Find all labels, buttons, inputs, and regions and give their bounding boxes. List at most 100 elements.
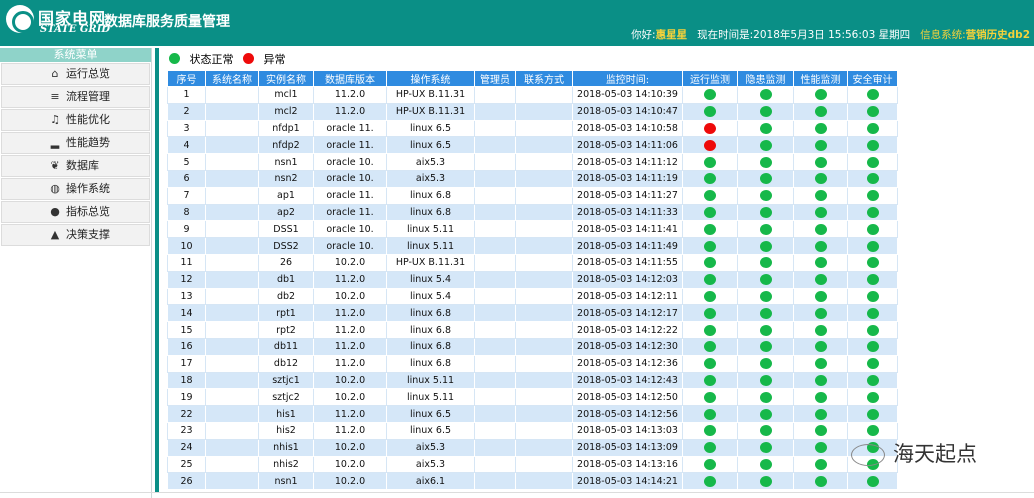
status-normal-icon[interactable] bbox=[866, 89, 879, 101]
user-name[interactable]: 惠星星 bbox=[656, 29, 688, 41]
status-normal-icon[interactable] bbox=[704, 458, 716, 470]
table-row[interactable]: 3 nfdp1 oracle 11. linux 6.5 2018-05-03 14:1… bbox=[167, 119, 898, 138]
status-abnormal-icon[interactable] bbox=[704, 139, 716, 151]
status-normal-icon[interactable] bbox=[759, 173, 772, 185]
column-header[interactable]: 性能监测 bbox=[793, 70, 848, 87]
status-normal-icon[interactable] bbox=[866, 190, 879, 202]
column-header[interactable]: 实例名称 bbox=[258, 70, 314, 87]
status-normal-icon[interactable] bbox=[759, 290, 772, 302]
status-normal-icon[interactable] bbox=[704, 475, 716, 487]
status-normal-icon[interactable] bbox=[866, 139, 879, 151]
status-normal-icon[interactable] bbox=[704, 274, 716, 286]
status-normal-icon[interactable] bbox=[866, 223, 879, 235]
column-header[interactable]: 隐患监测 bbox=[737, 70, 794, 87]
status-normal-icon[interactable] bbox=[704, 290, 716, 302]
column-header[interactable]: 系统名称 bbox=[205, 70, 259, 87]
status-normal-icon[interactable] bbox=[866, 206, 879, 218]
status-normal-icon[interactable] bbox=[866, 391, 879, 403]
status-normal-icon[interactable] bbox=[866, 358, 879, 370]
table-row[interactable]: 9 DSS1 oracle 10. linux 5.11 2018-05-03 14:1… bbox=[167, 220, 898, 239]
status-normal-icon[interactable] bbox=[704, 223, 716, 235]
status-normal-icon[interactable] bbox=[704, 89, 716, 101]
status-normal-icon[interactable] bbox=[814, 173, 827, 185]
column-header[interactable]: 管理员 bbox=[474, 70, 516, 87]
status-normal-icon[interactable] bbox=[759, 89, 772, 101]
status-normal-icon[interactable] bbox=[814, 324, 827, 336]
sidebar-item-5[interactable]: ◍ 操作系统 bbox=[1, 178, 150, 200]
table-row[interactable]: 7 ap1 oracle 11. linux 6.8 2018-05-03 14:11:… bbox=[167, 186, 898, 205]
sidebar-item-1[interactable]: ≡ 流程管理 bbox=[1, 86, 150, 108]
sidebar-item-3[interactable]: ▂ 性能趋势 bbox=[1, 132, 150, 154]
sidebar-item-4[interactable]: ❦ 数据库 bbox=[1, 155, 150, 177]
status-normal-icon[interactable] bbox=[866, 106, 879, 118]
table-row[interactable]: 4 nfdp2 oracle 11. linux 6.5 2018-05-03 14:1… bbox=[167, 136, 898, 155]
status-normal-icon[interactable] bbox=[759, 257, 772, 269]
status-normal-icon[interactable] bbox=[814, 290, 827, 302]
status-normal-icon[interactable] bbox=[814, 307, 827, 319]
status-normal-icon[interactable] bbox=[759, 458, 772, 470]
status-normal-icon[interactable] bbox=[759, 122, 772, 134]
sidebar-item-6[interactable]: ● 指标总览 bbox=[1, 201, 150, 223]
status-normal-icon[interactable] bbox=[814, 106, 827, 118]
status-abnormal-icon[interactable] bbox=[704, 122, 716, 134]
status-normal-icon[interactable] bbox=[759, 240, 772, 252]
status-normal-icon[interactable] bbox=[759, 106, 772, 118]
column-header[interactable]: 联系方式 bbox=[515, 70, 573, 87]
status-normal-icon[interactable] bbox=[814, 122, 827, 134]
column-header[interactable]: 监控时间: bbox=[572, 70, 683, 87]
status-normal-icon[interactable] bbox=[759, 442, 772, 454]
status-normal-icon[interactable] bbox=[759, 307, 772, 319]
status-normal-icon[interactable] bbox=[759, 156, 772, 168]
status-normal-icon[interactable] bbox=[814, 442, 827, 454]
status-normal-icon[interactable] bbox=[704, 358, 716, 370]
status-normal-icon[interactable] bbox=[814, 391, 827, 403]
status-normal-icon[interactable] bbox=[704, 257, 716, 269]
status-normal-icon[interactable] bbox=[759, 274, 772, 286]
status-normal-icon[interactable] bbox=[704, 442, 716, 454]
status-normal-icon[interactable] bbox=[814, 240, 827, 252]
status-normal-icon[interactable] bbox=[759, 358, 772, 370]
column-header[interactable]: 序号 bbox=[167, 70, 206, 87]
status-normal-icon[interactable] bbox=[759, 391, 772, 403]
table-row[interactable]: 2 mcl2 11.2.0 HP-UX B.11.31 2018-05-03 14:10… bbox=[167, 102, 898, 121]
table-row[interactable]: 13 db2 10.2.0 linux 5.4 2018-05-03 14:12:11 bbox=[167, 287, 898, 306]
table-row[interactable]: 1 mcl1 11.2.0 HP-UX B.11.31 2018-05-03 14:10… bbox=[167, 86, 898, 104]
column-header[interactable]: 数据库版本 bbox=[313, 70, 387, 87]
status-normal-icon[interactable] bbox=[814, 358, 827, 370]
table-row[interactable]: 24 nhis1 10.2.0 aix5.3 2018-05-03 14:13:09 bbox=[167, 438, 898, 457]
bottom-scrollbar[interactable] bbox=[0, 492, 1034, 498]
status-normal-icon[interactable] bbox=[866, 475, 879, 487]
status-normal-icon[interactable] bbox=[704, 307, 716, 319]
status-normal-icon[interactable] bbox=[866, 307, 879, 319]
table-row[interactable]: 15 rpt2 11.2.0 linux 6.8 2018-05-03 14:12:22 bbox=[167, 321, 898, 339]
status-normal-icon[interactable] bbox=[814, 374, 827, 386]
table-row[interactable]: 26 nsn1 10.2.0 aix6.1 2018-05-03 14:14:21 bbox=[167, 472, 898, 491]
status-normal-icon[interactable] bbox=[759, 475, 772, 487]
status-normal-icon[interactable] bbox=[704, 156, 716, 168]
column-header[interactable]: 操作系统 bbox=[386, 70, 475, 87]
status-normal-icon[interactable] bbox=[814, 139, 827, 151]
status-normal-icon[interactable] bbox=[704, 408, 716, 420]
status-normal-icon[interactable] bbox=[814, 89, 827, 101]
status-normal-icon[interactable] bbox=[814, 458, 827, 470]
status-normal-icon[interactable] bbox=[759, 408, 772, 420]
status-normal-icon[interactable] bbox=[759, 341, 772, 353]
column-header[interactable]: 安全审计 bbox=[847, 70, 898, 87]
status-normal-icon[interactable] bbox=[866, 122, 879, 134]
column-header[interactable]: 运行监测 bbox=[682, 70, 738, 87]
table-row[interactable]: 6 nsn2 oracle 10. aix5.3 2018-05-03 14:11:19 bbox=[167, 169, 898, 188]
status-normal-icon[interactable] bbox=[704, 391, 716, 403]
status-normal-icon[interactable] bbox=[759, 190, 772, 202]
status-normal-icon[interactable] bbox=[759, 374, 772, 386]
status-normal-icon[interactable] bbox=[704, 324, 716, 336]
status-normal-icon[interactable] bbox=[814, 223, 827, 235]
table-row[interactable]: 19 sztjc2 10.2.0 linux 5.11 2018-05-03 14:12… bbox=[167, 388, 898, 407]
status-normal-icon[interactable] bbox=[814, 156, 827, 168]
status-normal-icon[interactable] bbox=[814, 206, 827, 218]
table-row[interactable]: 12 db1 11.2.0 linux 5.4 2018-05-03 14:12:03 bbox=[167, 270, 898, 289]
status-normal-icon[interactable] bbox=[866, 274, 879, 286]
table-row[interactable]: 5 nsn1 oracle 10. aix5.3 2018-05-03 14:11:12 bbox=[167, 153, 898, 171]
status-normal-icon[interactable] bbox=[866, 324, 879, 336]
status-normal-icon[interactable] bbox=[866, 290, 879, 302]
table-row[interactable]: 14 rpt1 11.2.0 linux 6.8 2018-05-03 14:12:17 bbox=[167, 304, 898, 323]
